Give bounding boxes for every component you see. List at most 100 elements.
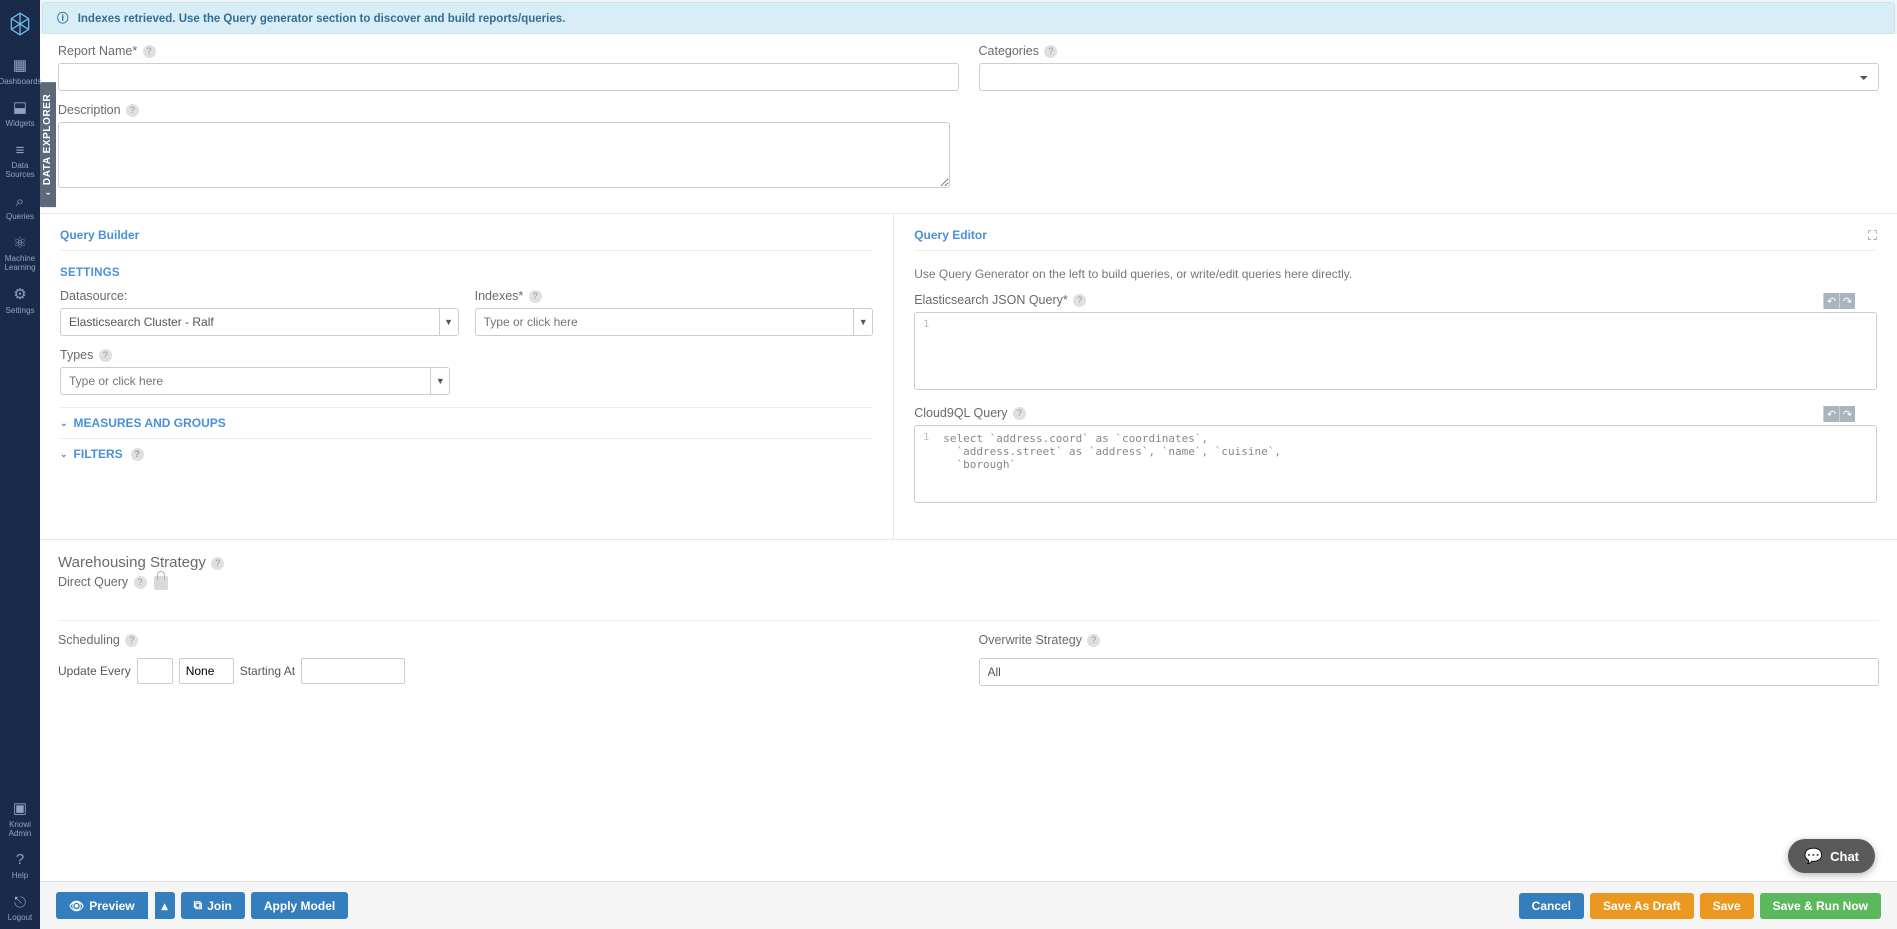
help-icon[interactable]: ? bbox=[125, 634, 138, 647]
redo-icon: ↷ bbox=[1843, 295, 1852, 308]
preview-dropdown-button[interactable]: ▴ bbox=[155, 892, 175, 919]
update-every-input[interactable] bbox=[137, 658, 173, 684]
admin-icon: ▣ bbox=[13, 801, 27, 818]
help-icon[interactable]: ? bbox=[134, 576, 147, 589]
categories-select[interactable] bbox=[979, 63, 1880, 91]
help-icon[interactable]: ? bbox=[143, 45, 156, 58]
join-button[interactable]: ⧉ Join bbox=[181, 892, 245, 919]
datasource-input[interactable] bbox=[60, 308, 439, 336]
types-dropdown-btn[interactable]: ▼ bbox=[430, 367, 450, 395]
redo-button[interactable]: ↷ bbox=[1839, 406, 1855, 422]
query-icon: ⌕ bbox=[16, 194, 24, 211]
nav-label: Knowi Admin bbox=[0, 821, 40, 839]
nav-ml[interactable]: ⚛Machine Learning bbox=[0, 228, 40, 279]
nav-label: Logout bbox=[8, 914, 32, 923]
alert-text: Indexes retrieved. Use the Query generat… bbox=[78, 13, 566, 25]
nav-widgets[interactable]: ⬓Widgets bbox=[0, 92, 40, 134]
editor-help-text: Use Query Generator on the left to build… bbox=[914, 267, 1877, 281]
chevron-left-icon: ‹ bbox=[43, 192, 53, 196]
redo-button[interactable]: ↷ bbox=[1839, 293, 1855, 309]
chat-label: Chat bbox=[1830, 849, 1859, 864]
help-icon[interactable]: ? bbox=[99, 349, 112, 362]
save-label: Save bbox=[1713, 899, 1741, 913]
undo-icon: ↶ bbox=[1827, 408, 1836, 421]
expand-icon[interactable]: ⛶ bbox=[1868, 228, 1877, 244]
nav-label: Queries bbox=[6, 213, 34, 222]
scheduling-title: Scheduling bbox=[58, 633, 120, 647]
nav-logout[interactable]: ⎋Logout bbox=[0, 887, 40, 929]
indexes-input[interactable] bbox=[475, 308, 854, 336]
indexes-label: Indexes* bbox=[475, 289, 524, 303]
data-explorer-tab[interactable]: ‹ DATA EXPLORER bbox=[40, 82, 56, 207]
redo-icon: ↷ bbox=[1843, 408, 1852, 421]
nav-settings[interactable]: ⚙ Settings bbox=[0, 279, 40, 321]
nav-label: Settings bbox=[6, 307, 35, 316]
categories-label: Categories bbox=[979, 44, 1039, 58]
content-scroll[interactable]: ‹ DATA EXPLORER Report Name* ? Categorie… bbox=[40, 34, 1897, 881]
apply-model-label: Apply Model bbox=[264, 899, 335, 913]
help-icon[interactable]: ? bbox=[1073, 294, 1086, 307]
chevron-down-icon: ▼ bbox=[436, 376, 445, 386]
indexes-dropdown-btn[interactable]: ▼ bbox=[853, 308, 873, 336]
info-alert: ⓘ Indexes retrieved. Use the Query gener… bbox=[42, 2, 1895, 34]
eye-icon: 👁 bbox=[69, 899, 84, 913]
help-icon[interactable]: ? bbox=[529, 290, 542, 303]
line-number: 1 bbox=[923, 432, 929, 443]
settings-subtitle: SETTINGS bbox=[60, 267, 873, 279]
join-icon: ⧉ bbox=[194, 898, 203, 913]
help-icon[interactable]: ? bbox=[1044, 45, 1057, 58]
undo-button[interactable]: ↶ bbox=[1823, 406, 1839, 422]
nav-label: Dashboards bbox=[0, 78, 42, 87]
measures-groups-toggle[interactable]: ⌄ MEASURES AND GROUPS bbox=[60, 407, 873, 438]
starting-at-input[interactable] bbox=[301, 658, 405, 684]
nav-datasources[interactable]: ≡Data Sources bbox=[0, 135, 40, 186]
nav-queries[interactable]: ⌕ Queries bbox=[0, 186, 40, 228]
es-query-editor[interactable]: 1 bbox=[914, 312, 1877, 390]
join-label: Join bbox=[207, 899, 232, 913]
info-icon: ⓘ bbox=[57, 13, 69, 25]
preview-label: Preview bbox=[89, 899, 134, 913]
undo-button[interactable]: ↶ bbox=[1823, 293, 1839, 309]
types-input[interactable] bbox=[60, 367, 430, 395]
description-textarea[interactable] bbox=[58, 122, 950, 188]
save-run-button[interactable]: Save & Run Now bbox=[1760, 893, 1881, 919]
nav-label: Help bbox=[12, 872, 28, 881]
c9ql-editor[interactable]: 1 select `address.coord` as `coordinates… bbox=[914, 425, 1877, 503]
chat-widget[interactable]: 💬 Chat bbox=[1788, 839, 1875, 873]
datasource-dropdown-btn[interactable]: ▼ bbox=[439, 308, 459, 336]
save-draft-button[interactable]: Save As Draft bbox=[1590, 893, 1694, 919]
overwrite-title: Overwrite Strategy bbox=[979, 633, 1083, 647]
save-run-label: Save & Run Now bbox=[1773, 899, 1868, 913]
undo-icon: ↶ bbox=[1827, 295, 1836, 308]
report-name-label: Report Name* bbox=[58, 44, 137, 58]
line-number: 1 bbox=[923, 319, 929, 330]
update-unit-select[interactable]: None bbox=[179, 658, 234, 684]
cancel-button[interactable]: Cancel bbox=[1519, 893, 1584, 919]
gear-icon: ⚙ bbox=[13, 287, 26, 304]
save-button[interactable]: Save bbox=[1700, 893, 1754, 919]
query-editor-title: Query Editor bbox=[914, 228, 1877, 251]
filters-toggle[interactable]: ⌄ FILTERS ? bbox=[60, 438, 873, 469]
help-icon[interactable]: ? bbox=[1087, 634, 1100, 647]
warehousing-title: Warehousing Strategy bbox=[58, 554, 206, 571]
chevron-down-icon: ⌄ bbox=[60, 449, 68, 460]
help-icon[interactable]: ? bbox=[211, 557, 224, 570]
direct-query-label: Direct Query bbox=[58, 575, 128, 589]
types-label: Types bbox=[60, 348, 93, 362]
sidebar: ▦Dashboards ⬓Widgets ≡Data Sources ⌕ Quer… bbox=[0, 0, 40, 929]
help-icon[interactable]: ? bbox=[1013, 407, 1026, 420]
nav-dashboards[interactable]: ▦Dashboards bbox=[0, 50, 40, 92]
nav-admin[interactable]: ▣ Knowi Admin bbox=[0, 793, 40, 844]
overwrite-input[interactable] bbox=[979, 658, 1880, 686]
report-name-input[interactable] bbox=[58, 63, 959, 91]
nav-help[interactable]: ?Help bbox=[0, 844, 40, 886]
logo bbox=[6, 10, 34, 38]
preview-button[interactable]: 👁 Preview bbox=[56, 892, 148, 919]
update-every-label: Update Every bbox=[58, 664, 131, 678]
help-icon[interactable]: ? bbox=[126, 104, 139, 117]
database-icon: ≡ bbox=[16, 143, 25, 160]
save-draft-label: Save As Draft bbox=[1603, 899, 1681, 913]
help-icon[interactable]: ? bbox=[131, 448, 144, 461]
apply-model-button[interactable]: Apply Model bbox=[251, 892, 348, 919]
starting-at-label: Starting At bbox=[240, 664, 295, 678]
